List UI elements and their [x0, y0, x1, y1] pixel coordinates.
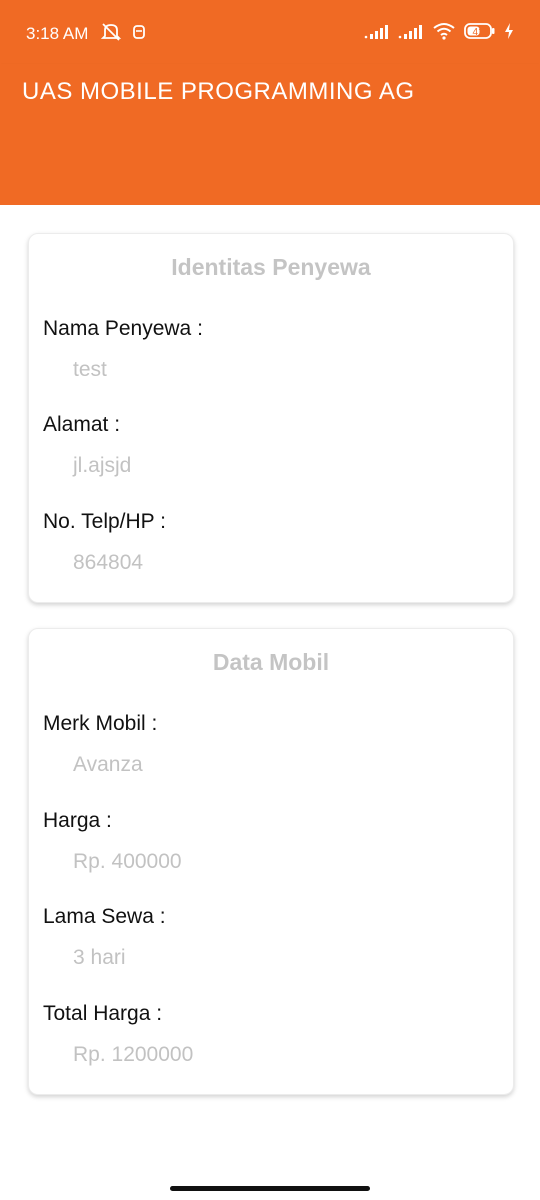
renter-identity-card: Identitas Penyewa Nama Penyewa : test Al…: [28, 233, 514, 603]
signal-icon: [364, 25, 388, 39]
app-bar: UAS MOBILE PROGRAMMING AG: [0, 64, 540, 128]
charging-bolt-icon: [505, 23, 513, 39]
price-value: Rp. 400000: [73, 850, 182, 873]
card-title-renter: Identitas Penyewa: [171, 254, 371, 280]
page-title: UAS MOBILE PROGRAMMING AG: [22, 78, 415, 105]
wifi-icon: [433, 23, 455, 40]
battery-level: 41: [472, 27, 484, 38]
total-price-value: Rp. 1200000: [73, 1043, 194, 1066]
notification-app-icon: [133, 25, 145, 39]
phone-value: 864804: [73, 551, 144, 574]
car-data-card: Data Mobil Merk Mobil : Avanza Harga : R…: [28, 628, 514, 1095]
status-right-icons: 41: [364, 22, 514, 40]
car-brand-value: Avanza: [73, 753, 143, 776]
status-bar: 3:18 AM 41: [0, 0, 540, 64]
address-value: jl.ajsjd: [73, 454, 132, 477]
price-label: Harga :: [43, 809, 112, 832]
status-time: 3:18 AM: [26, 24, 89, 43]
rental-duration-value: 3 hari: [73, 946, 126, 969]
status-left-icons: [100, 22, 146, 42]
address-label: Alamat :: [43, 413, 121, 436]
mute-notification-icon: [100, 23, 122, 41]
total-price-label: Total Harga :: [43, 1002, 163, 1025]
gesture-nav-handle[interactable]: [170, 1186, 370, 1191]
rental-duration-label: Lama Sewa :: [43, 905, 166, 928]
renter-name-value: test: [73, 358, 107, 381]
card-title-car: Data Mobil: [212, 649, 330, 675]
car-brand-label: Merk Mobil :: [43, 712, 158, 735]
signal-icon: [398, 25, 422, 39]
battery-icon: 41: [464, 23, 495, 39]
header-extension: [0, 128, 540, 205]
renter-name-label: Nama Penyewa :: [43, 317, 203, 340]
phone-label: No. Telp/HP :: [43, 510, 166, 533]
